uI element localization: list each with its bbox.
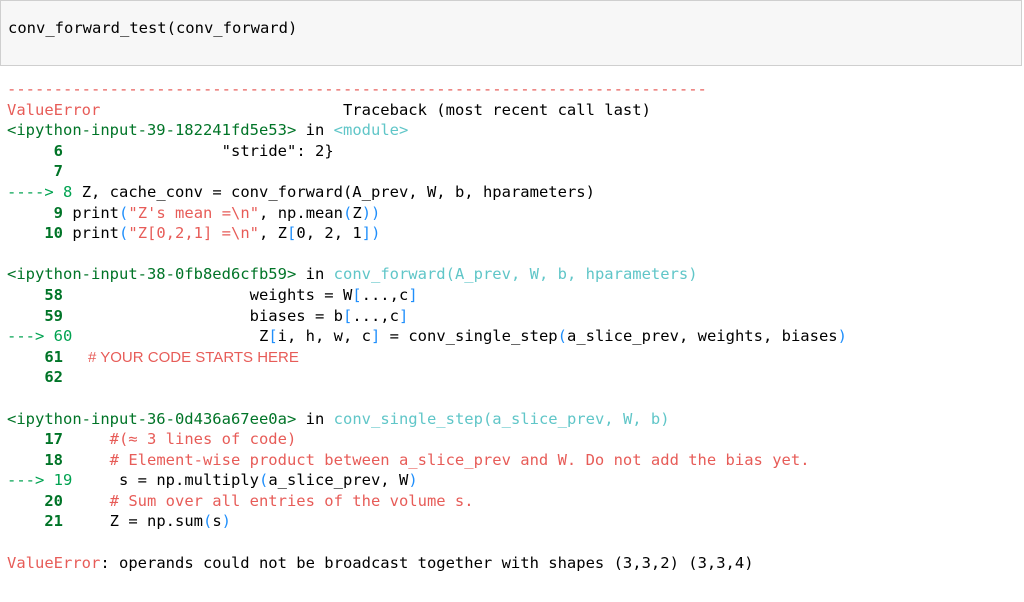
line-code: print("Z's mean =\n", np.mean(Z)) bbox=[72, 203, 381, 222]
error-name: ValueError bbox=[7, 100, 101, 119]
traceback-separator: ----------------------------------------… bbox=[7, 80, 707, 98]
frame-in: in bbox=[305, 409, 325, 428]
line-number: 19 bbox=[53, 471, 73, 490]
line-code: weights = W[...,c] bbox=[63, 285, 418, 304]
frame-header: <ipython-input-36-0d436a67ee0a> in conv_… bbox=[7, 409, 1017, 430]
line-code: # YOUR CODE STARTS HERE bbox=[63, 348, 299, 366]
code-line: 17 #(≈ 3 lines of code) bbox=[7, 429, 1017, 450]
code-line: 9 print("Z's mean =\n", np.mean(Z)) bbox=[7, 203, 1017, 224]
line-code: Z[i, h, w, c] = conv_single_step(a_slice… bbox=[72, 327, 847, 346]
line-number: 62 bbox=[44, 368, 63, 387]
frame-func: conv_single_step(a_slice_prev, W, b) bbox=[333, 409, 670, 428]
line-number: 58 bbox=[44, 285, 63, 304]
code-line: 7 bbox=[7, 161, 1017, 182]
frame-location: <ipython-input-36-0d436a67ee0a> bbox=[7, 409, 297, 428]
line-code: biases = b[...,c] bbox=[63, 306, 409, 325]
code-line: 59 biases = b[...,c] bbox=[7, 306, 1017, 327]
code-line: 21 Z = np.sum(s) bbox=[7, 511, 1017, 532]
frame-location: <ipython-input-38-0fb8ed6cfb59> bbox=[7, 265, 297, 284]
current-line-arrow: ----> bbox=[7, 182, 63, 201]
line-number: 59 bbox=[44, 306, 63, 325]
frame-header: <ipython-input-38-0fb8ed6cfb59> in conv_… bbox=[7, 264, 1017, 285]
line-code: # Element-wise product between a_slice_p… bbox=[63, 450, 810, 469]
line-code: # Sum over all entries of the volume s. bbox=[63, 491, 474, 510]
frame-header: <ipython-input-39-182241fd5e53> in <modu… bbox=[7, 120, 1017, 141]
line-code: print("Z[0,2,1] =\n", Z[0, 2, 1]) bbox=[72, 224, 381, 243]
line-code: Z = np.sum(s) bbox=[63, 512, 232, 531]
input-cell[interactable]: conv_forward_test(conv_forward) bbox=[0, 0, 1022, 66]
code-line: 6 "stride": 2} bbox=[7, 141, 1017, 162]
line-number: 60 bbox=[53, 327, 73, 346]
code-line-current: ---> 60 Z[i, h, w, c] = conv_single_step… bbox=[7, 326, 1017, 347]
input-code[interactable]: conv_forward_test(conv_forward) bbox=[8, 19, 297, 37]
code-line: 18 # Element-wise product between a_slic… bbox=[7, 450, 1017, 471]
code-line: 62 bbox=[7, 367, 1017, 388]
code-line: 10 print("Z[0,2,1] =\n", Z[0, 2, 1]) bbox=[7, 223, 1017, 244]
frame-in: in bbox=[305, 121, 325, 140]
traceback-header-line: ValueError Traceback (most recent call l… bbox=[7, 100, 1017, 121]
code-line-current: ---> 19 s = np.multiply(a_slice_prev, W) bbox=[7, 470, 1017, 491]
line-code: #(≈ 3 lines of code) bbox=[63, 430, 297, 449]
code-line-current: ----> 8 Z, cache_conv = conv_forward(A_p… bbox=[7, 182, 1017, 203]
line-number: 10 bbox=[44, 224, 63, 243]
current-line-arrow: ---> bbox=[7, 471, 54, 490]
frame-func: <module> bbox=[333, 121, 409, 140]
frame-in: in bbox=[305, 265, 325, 284]
line-number: 9 bbox=[53, 203, 64, 222]
current-line-arrow: ---> bbox=[7, 327, 54, 346]
code-line: 58 weights = W[...,c] bbox=[7, 285, 1017, 306]
line-number: 17 bbox=[44, 430, 63, 449]
final-error-line: ValueError: operands could not be broadc… bbox=[7, 553, 1017, 574]
line-number: 21 bbox=[44, 512, 63, 531]
final-error-name: ValueError bbox=[7, 553, 101, 572]
line-number: 61 bbox=[44, 347, 63, 366]
frame-location: <ipython-input-39-182241fd5e53> bbox=[7, 121, 297, 140]
final-error-message: : operands could not be broadcast togeth… bbox=[100, 553, 754, 572]
line-code: "stride": 2} bbox=[63, 141, 334, 160]
line-number: 18 bbox=[44, 450, 63, 469]
line-number: 8 bbox=[63, 182, 73, 201]
line-number: 20 bbox=[44, 491, 63, 510]
frame-func: conv_forward(A_prev, W, b, hparameters) bbox=[333, 265, 698, 284]
code-line: 61 # YOUR CODE STARTS HERE bbox=[7, 347, 1017, 368]
line-code: s = np.multiply(a_slice_prev, W) bbox=[72, 471, 418, 490]
traceback-output: ----------------------------------------… bbox=[7, 79, 1017, 573]
line-code: Z, cache_conv = conv_forward(A_prev, W, … bbox=[81, 182, 595, 201]
traceback-header: Traceback (most recent call last) bbox=[342, 100, 651, 119]
line-number: 6 bbox=[53, 141, 64, 160]
line-number: 7 bbox=[53, 162, 64, 181]
code-line: 20 # Sum over all entries of the volume … bbox=[7, 491, 1017, 512]
